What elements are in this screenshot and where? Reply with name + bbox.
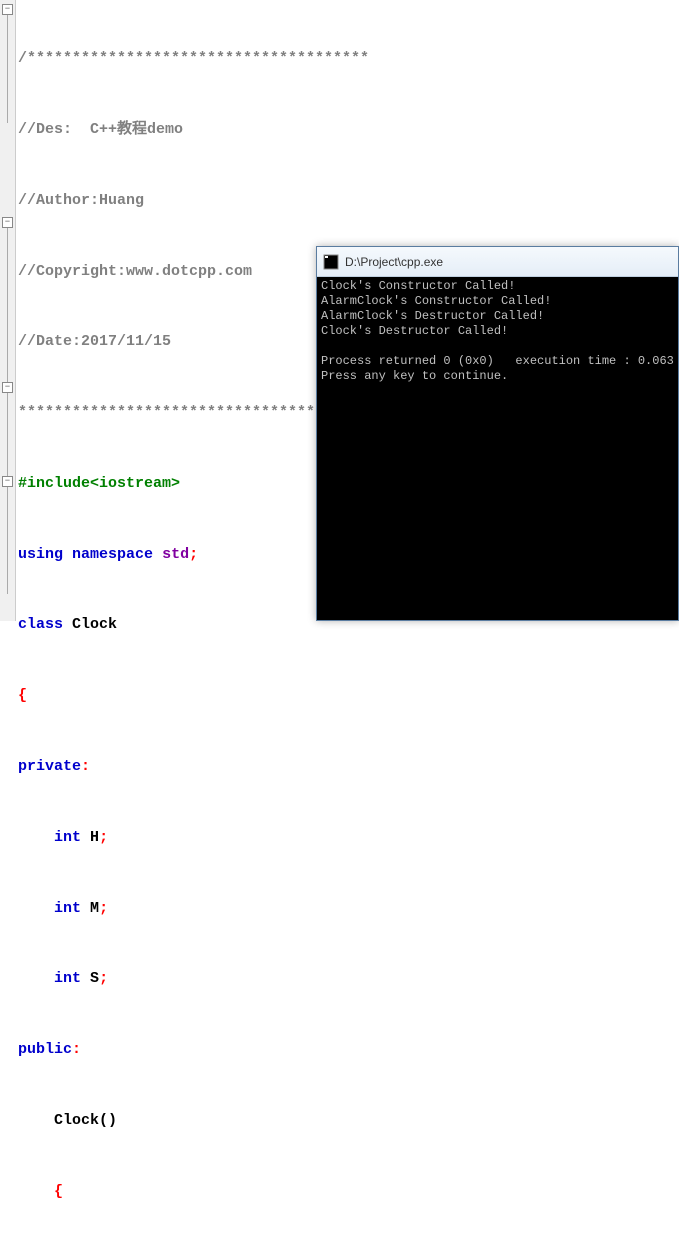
constructor: Clock [54,1112,99,1129]
brace: { [18,687,27,704]
comment: //Copyright:www.dotcpp.com [18,263,252,280]
fold-toggle[interactable]: − [2,476,13,487]
keyword-private: private [18,758,81,775]
fold-toggle[interactable]: − [2,4,13,15]
class-name: Clock [72,616,117,633]
semicolon: ; [189,546,198,563]
fold-toggle[interactable]: − [2,382,13,393]
keyword-int: int [54,970,81,987]
console-title: D:\Project\cpp.exe [345,255,443,269]
colon: : [72,1041,81,1058]
fold-toggle[interactable]: − [2,217,13,228]
keyword-using: using [18,546,63,563]
identifier: M [90,900,99,917]
console-window[interactable]: D:\Project\cpp.exe Clock's Constructor C… [316,246,679,621]
console-output: Clock's Constructor Called! AlarmClock's… [317,277,678,620]
identifier: H [90,829,99,846]
comment: //Des: C++教程demo [18,121,183,138]
keyword-int: int [54,829,81,846]
keyword-namespace: namespace [72,546,153,563]
comment: /************************************** [18,50,369,67]
keyword-int: int [54,900,81,917]
keyword-class: class [18,616,63,633]
keyword-public: public [18,1041,72,1058]
fold-gutter: − − − − [0,0,16,621]
preprocessor: #include<iostream> [18,475,180,492]
console-titlebar[interactable]: D:\Project\cpp.exe [317,247,678,277]
comment: //Date:2017/11/15 [18,333,171,350]
comment: //Author:Huang [18,192,144,209]
identifier: S [90,970,99,987]
parens: () [99,1112,117,1129]
brace: { [54,1183,63,1200]
semicolon: ; [99,829,108,846]
semicolon: ; [99,970,108,987]
app-icon [323,254,339,270]
colon: : [81,758,90,775]
identifier-std: std [162,546,189,563]
semicolon: ; [99,900,108,917]
